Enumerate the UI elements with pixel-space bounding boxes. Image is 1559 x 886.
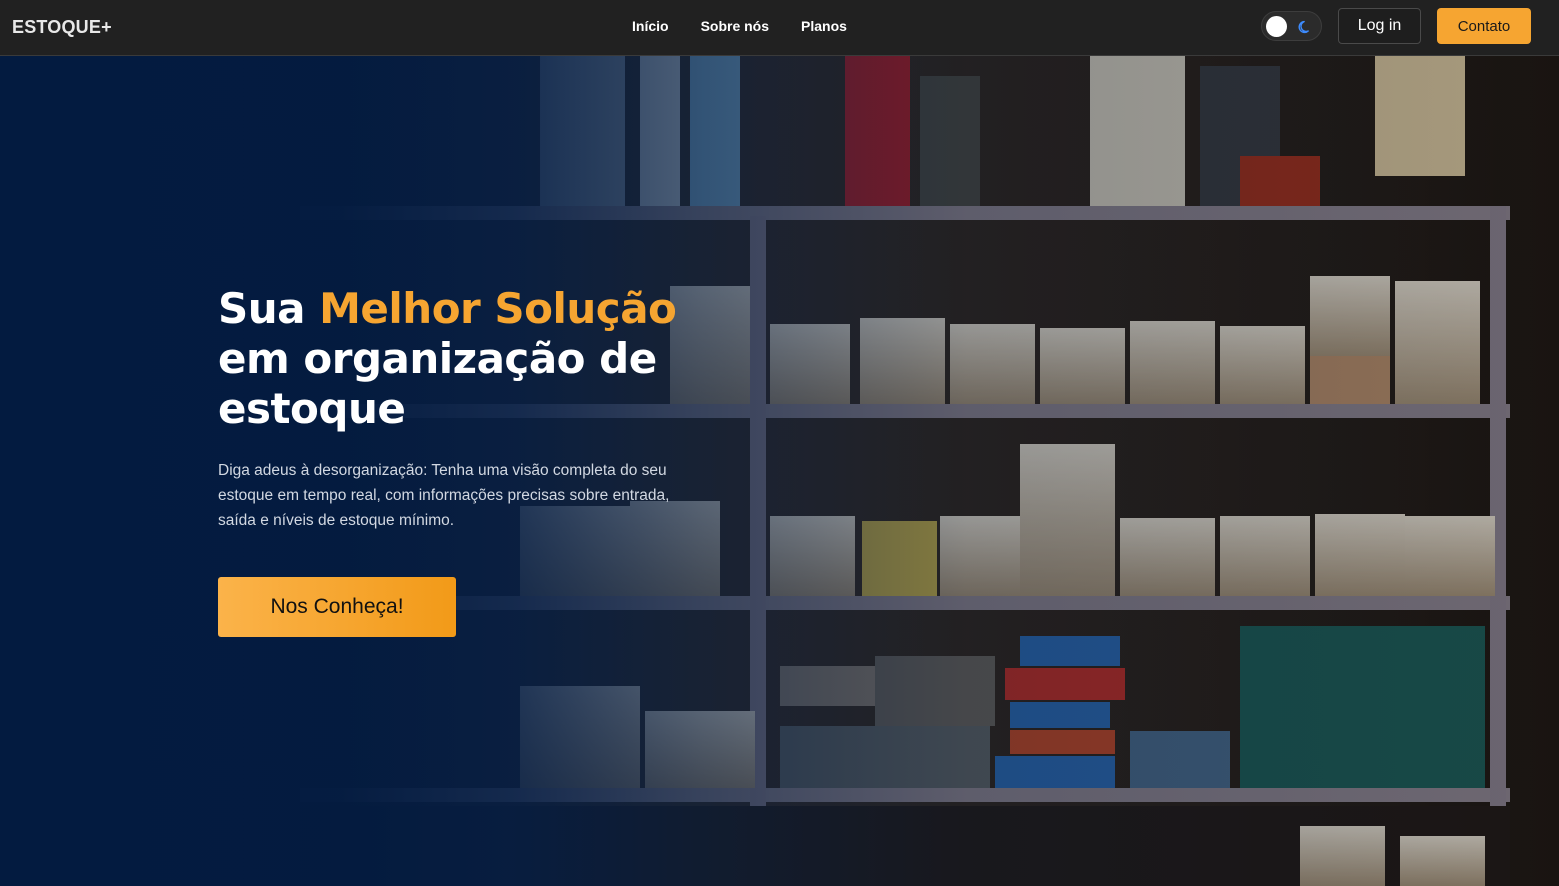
hero-title-highlight: Melhor Solução <box>319 284 677 333</box>
cta-button[interactable]: Nos Conheça! <box>218 577 456 637</box>
hero-description: Diga adeus à desorganização: Tenha uma v… <box>218 462 670 529</box>
hero-content: Sua Melhor Solução em organização de esto… <box>218 284 738 637</box>
contact-button[interactable]: Contato <box>1437 8 1531 44</box>
nav-links: Início Sobre nós Planos <box>632 18 847 34</box>
toggle-knob <box>1266 16 1287 37</box>
nav-link-planos[interactable]: Planos <box>801 18 847 34</box>
brand-logo[interactable]: ESTOQUE+ <box>12 17 112 38</box>
theme-toggle[interactable] <box>1261 11 1322 41</box>
hero-title-part1: Sua <box>218 284 320 333</box>
login-button[interactable]: Log in <box>1338 8 1421 44</box>
hero-title: Sua Melhor Solução em organização de esto… <box>218 284 738 434</box>
navbar: ESTOQUE+ Início Sobre nós Planos Log in … <box>0 0 1559 56</box>
hero-section: Sua Melhor Solução em organização de esto… <box>0 56 1559 886</box>
hero-title-part2: em organização de estoque <box>218 334 657 433</box>
moon-icon <box>1298 20 1309 34</box>
nav-link-inicio[interactable]: Início <box>632 18 669 34</box>
nav-link-sobre-nos[interactable]: Sobre nós <box>701 18 769 34</box>
